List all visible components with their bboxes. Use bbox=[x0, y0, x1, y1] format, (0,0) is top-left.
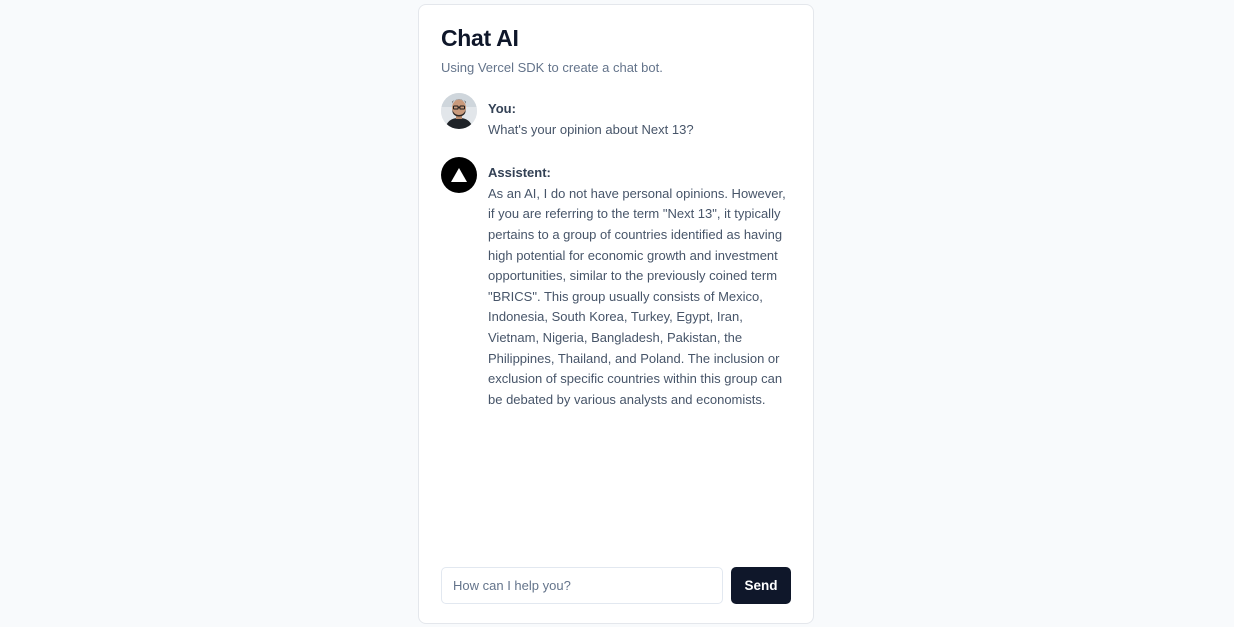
message-body: You: What's your opinion about Next 13? bbox=[488, 93, 694, 140]
message-sender: Assistent: bbox=[488, 165, 551, 181]
assistant-avatar bbox=[441, 157, 477, 194]
message-text: What's your opinion about Next 13? bbox=[488, 121, 694, 137]
message-list: You: What's your opinion about Next 13? … bbox=[441, 93, 791, 427]
message-sender: You: bbox=[488, 101, 516, 116]
message-assistant: Assistent: As an AI, I do not have perso… bbox=[441, 157, 791, 410]
page-subtitle: Using Vercel SDK to create a chat bot. bbox=[441, 60, 663, 75]
page-title: Chat AI bbox=[441, 25, 519, 51]
chat-card: Chat AI Using Vercel SDK to create a cha… bbox=[418, 4, 814, 624]
message-body: Assistent: As an AI, I do not have perso… bbox=[488, 157, 791, 410]
user-avatar bbox=[441, 93, 477, 129]
user-photo-icon bbox=[441, 93, 477, 129]
vercel-triangle-icon bbox=[451, 168, 467, 183]
message-input[interactable] bbox=[441, 567, 723, 604]
chat-header: Chat AI Using Vercel SDK to create a cha… bbox=[441, 23, 791, 77]
message-text: As an AI, I do not have personal opinion… bbox=[488, 185, 786, 407]
message-composer: Send bbox=[441, 567, 791, 604]
send-button[interactable]: Send bbox=[731, 567, 791, 604]
message-user: You: What's your opinion about Next 13? bbox=[441, 93, 791, 140]
